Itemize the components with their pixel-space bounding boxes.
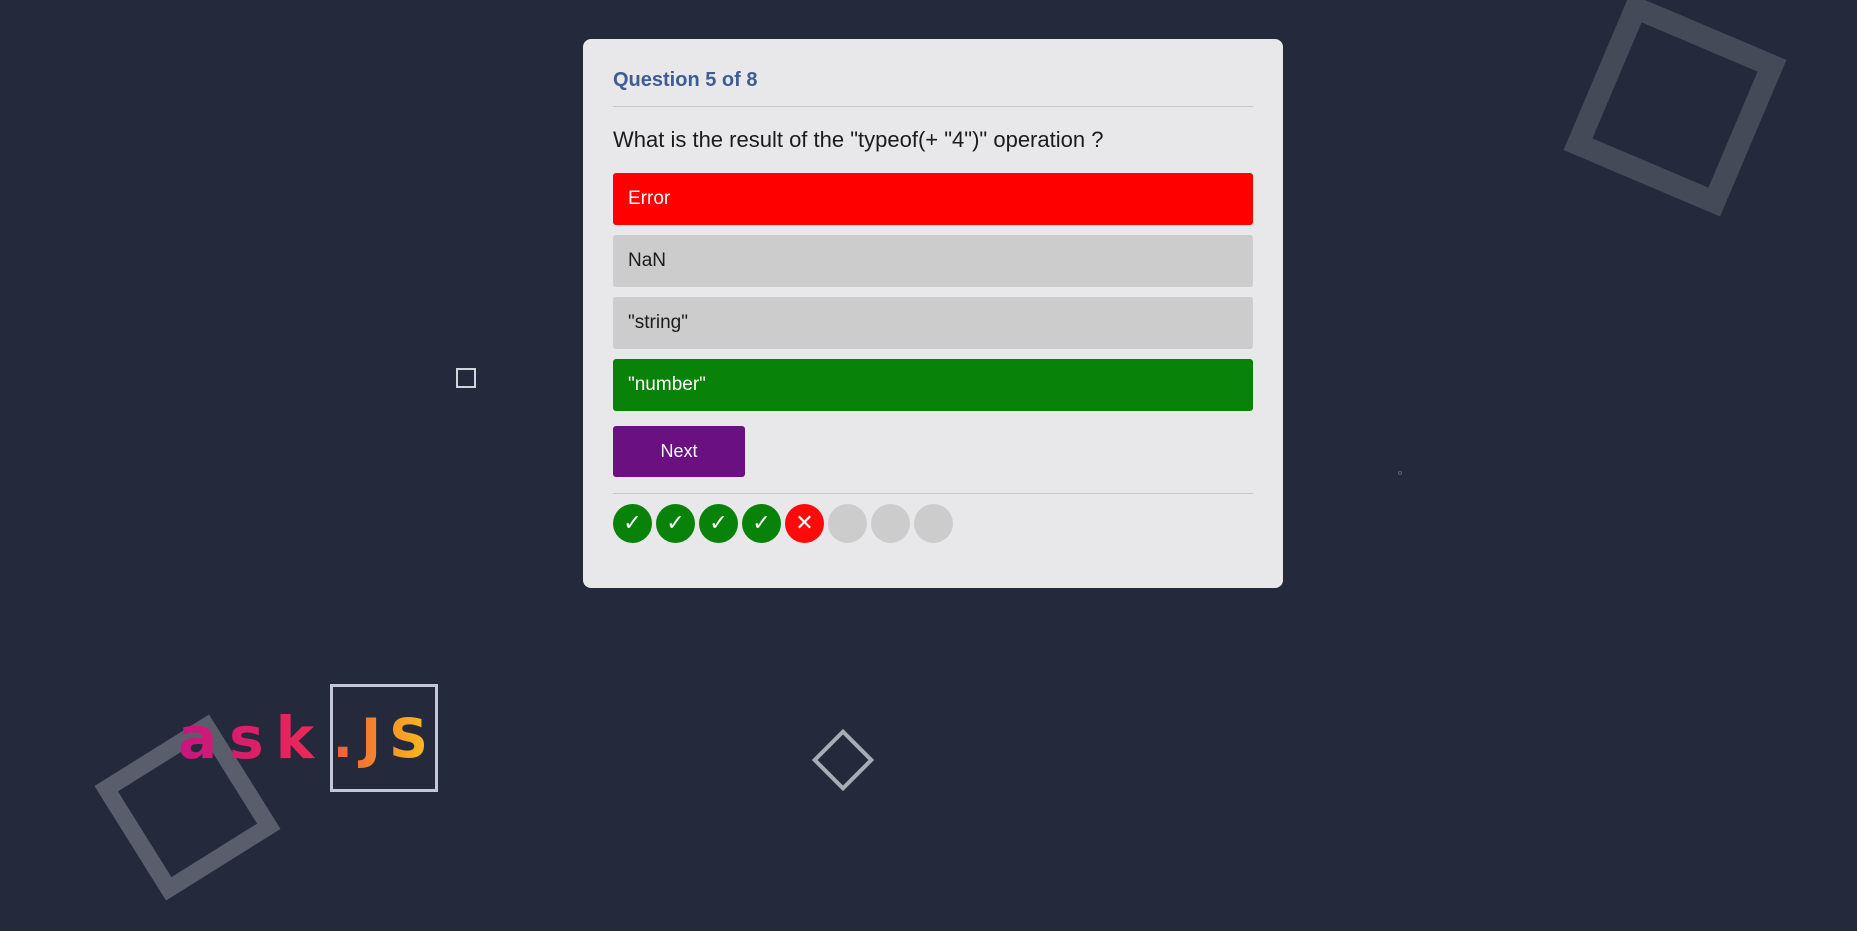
progress-dot-correct: ✓ xyxy=(613,504,652,543)
progress-dot-pending xyxy=(828,504,867,543)
logo-ask-text: ask xyxy=(178,704,327,772)
cross-icon: ✕ xyxy=(795,511,814,536)
progress-dot-wrong: ✕ xyxy=(785,504,824,543)
progress-dot-correct: ✓ xyxy=(656,504,695,543)
check-icon: ✓ xyxy=(623,511,642,536)
header-divider xyxy=(613,106,1253,107)
check-icon: ✓ xyxy=(709,511,728,536)
question-counter: Question 5 of 8 xyxy=(613,69,758,91)
quiz-card: Question 5 of 8 What is the result of th… xyxy=(583,39,1283,588)
logo-js-box: .JS xyxy=(330,684,439,792)
decorative-dot xyxy=(1398,471,1402,475)
decorative-square-top-right xyxy=(1563,0,1787,217)
progress-dot-pending xyxy=(914,504,953,543)
decorative-diamond xyxy=(811,728,875,792)
answer-option-label: Error xyxy=(628,188,671,209)
progress-dot-pending xyxy=(871,504,910,543)
decorative-square-small xyxy=(456,368,476,388)
answer-options: Error NaN "string" "number" xyxy=(613,173,1253,411)
progress-indicator: ✓ ✓ ✓ ✓ ✕ xyxy=(613,504,1253,543)
app-logo: ask .JS xyxy=(178,684,439,792)
answer-option-label: NaN xyxy=(628,250,667,271)
progress-dot-correct: ✓ xyxy=(699,504,738,543)
answer-option-label: "string" xyxy=(628,312,688,333)
next-button[interactable]: Next xyxy=(613,426,745,477)
check-icon: ✓ xyxy=(752,511,771,536)
question-text: What is the result of the "typeof(+ "4")… xyxy=(613,127,1104,152)
answer-option-string[interactable]: "string" xyxy=(613,297,1253,349)
answer-option-number[interactable]: "number" xyxy=(613,359,1253,411)
progress-divider xyxy=(613,493,1253,494)
progress-dot-correct: ✓ xyxy=(742,504,781,543)
check-icon: ✓ xyxy=(666,511,685,536)
answer-option-label: "number" xyxy=(628,374,706,395)
answer-option-nan[interactable]: NaN xyxy=(613,235,1253,287)
answer-option-error[interactable]: Error xyxy=(613,173,1253,225)
